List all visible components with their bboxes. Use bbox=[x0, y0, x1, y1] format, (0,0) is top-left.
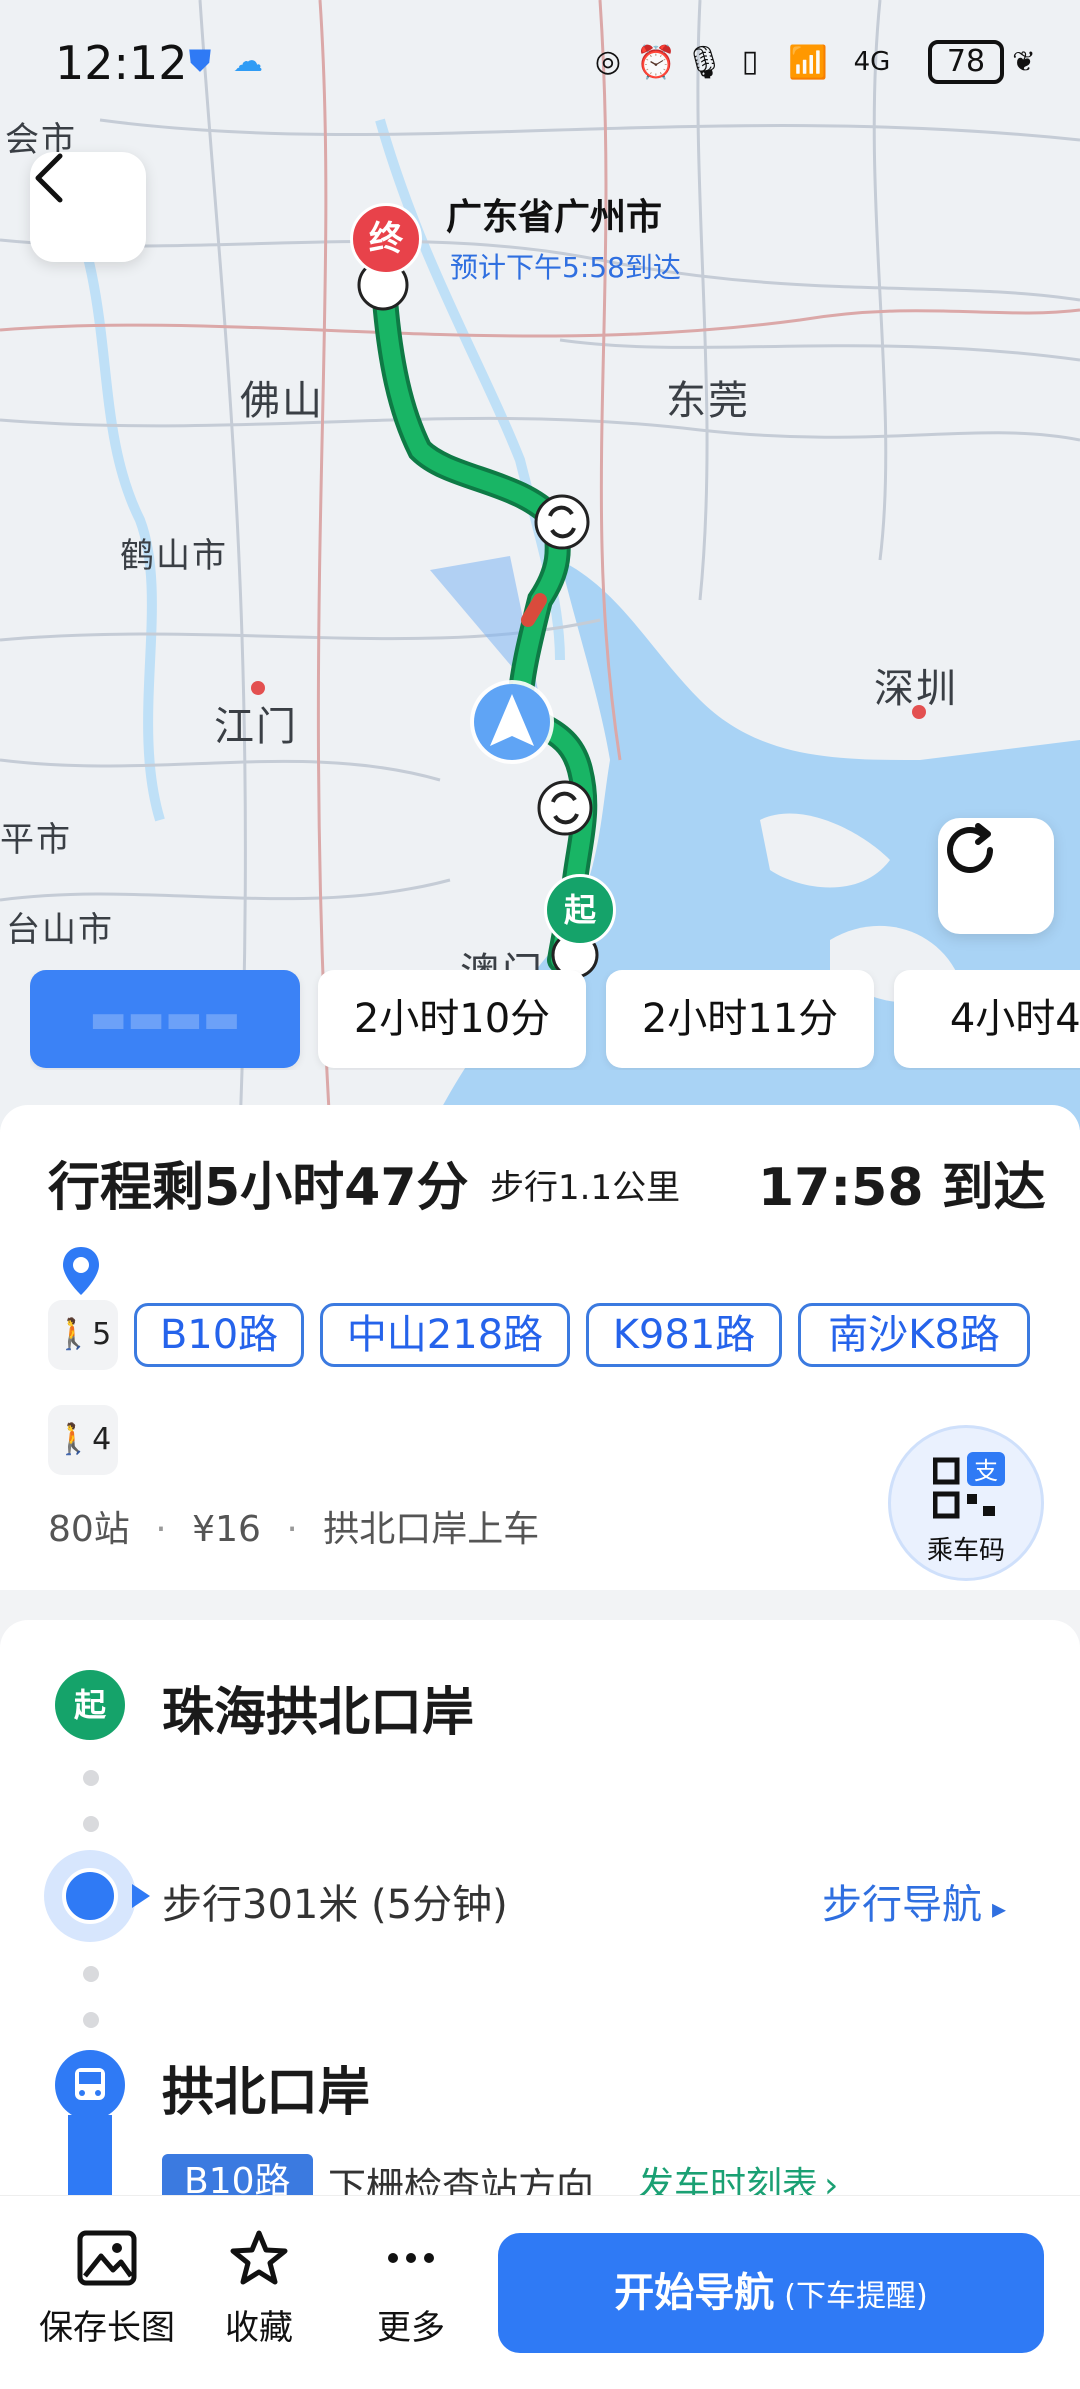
fare: ¥16 bbox=[192, 1509, 261, 1550]
status-time: 12:12 bbox=[55, 36, 188, 90]
save-long-image-label: 保存长图 bbox=[39, 2308, 175, 2348]
bus-line-chip[interactable]: B10路 bbox=[134, 1303, 304, 1367]
walk-step-marker bbox=[44, 1850, 150, 1942]
map-label: 台山市 bbox=[6, 910, 114, 950]
walk-transfer-badge: 🚶4 bbox=[48, 1405, 118, 1475]
more-label: 更多 bbox=[377, 2308, 445, 2348]
transfer-icon bbox=[537, 780, 593, 836]
leaf-icon: ❦ bbox=[1012, 45, 1036, 78]
route-dot bbox=[83, 1966, 99, 1982]
chevron-right-icon: ▸ bbox=[992, 1892, 1007, 1925]
walk-navigation-link[interactable]: 步行导航 ▸ bbox=[822, 1872, 1006, 1930]
arrival-time: 17:58 到达 bbox=[758, 1158, 1046, 1218]
transfer-icon bbox=[534, 494, 590, 550]
map-label: 佛山 bbox=[240, 378, 324, 424]
bus-segment-bar bbox=[68, 2115, 112, 2205]
more-button[interactable]: 更多 bbox=[326, 2230, 496, 2349]
ride-qr-code-button[interactable]: 支 乘车码 bbox=[888, 1425, 1044, 1581]
weather-icon: ☁ bbox=[233, 44, 263, 79]
destination-name: 广东省广州市 bbox=[446, 197, 663, 238]
start-marker[interactable]: 起 bbox=[544, 874, 616, 946]
play-arrow-icon bbox=[132, 1884, 150, 1908]
map-label: 深圳 bbox=[874, 666, 958, 712]
map-label: 江门 bbox=[214, 704, 298, 750]
route-dot bbox=[83, 1816, 99, 1832]
start-navigation-button[interactable]: 开始导航 (下车提醒) bbox=[498, 2233, 1044, 2353]
stop-count: 80站 bbox=[48, 1509, 130, 1550]
boarding-stop-name: 拱北口岸 bbox=[162, 2063, 371, 2123]
refresh-button[interactable] bbox=[938, 818, 1054, 934]
favorite-label: 收藏 bbox=[225, 2308, 293, 2348]
route-option[interactable]: 2小时10分 bbox=[318, 970, 586, 1068]
do-not-disturb-icon: ◎ bbox=[594, 44, 622, 79]
destination-eta: 预计下午5:58到达 bbox=[450, 251, 681, 284]
map-label: 东莞 bbox=[666, 378, 750, 424]
image-icon bbox=[77, 2230, 137, 2286]
svg-text:支: 支 bbox=[974, 1457, 998, 1485]
refresh-icon bbox=[947, 823, 993, 873]
location-pin-icon bbox=[63, 1247, 99, 1295]
bus-line-chip[interactable]: 南沙K8路 bbox=[798, 1303, 1030, 1367]
more-dots-icon bbox=[388, 2253, 434, 2263]
bottom-action-bar: 保存长图 收藏 更多 开始导航 (下车提醒) bbox=[0, 2195, 1080, 2389]
qr-code-icon: 支 bbox=[933, 1452, 1005, 1519]
walk-distance: 步行1.1公里 bbox=[490, 1168, 681, 1208]
start-badge: 起 bbox=[55, 1670, 125, 1740]
wifi-icon: 📶 bbox=[788, 43, 828, 81]
back-button[interactable] bbox=[30, 152, 146, 262]
map-label: 平市 bbox=[0, 820, 72, 860]
status-bar: 12:12 ⛊ ☁ ◎ ⏰ 🎙 ▯ 📶 4G 78 ❦ bbox=[0, 0, 1080, 120]
battery-indicator: 78 bbox=[928, 40, 1004, 84]
route-map[interactable]: 会市 佛山 东莞 鹤山市 江门 深圳 平市 台山市 澳门 终 广东省广州市 预计… bbox=[0, 0, 1080, 1130]
route-option-selected[interactable]: ▬▬▬▬ bbox=[30, 970, 300, 1068]
route-option[interactable]: 4小时45 bbox=[894, 970, 1080, 1068]
microphone-icon: 🎙 bbox=[684, 43, 725, 81]
walk-icon: 🚶 bbox=[54, 1422, 93, 1457]
shield-icon: ⛊ bbox=[188, 44, 212, 79]
qr-code-label: 乘车码 bbox=[926, 1536, 1005, 1566]
bus-icon bbox=[55, 2050, 125, 2120]
route-dot bbox=[83, 2012, 99, 2028]
star-icon bbox=[230, 2230, 288, 2285]
city-dot bbox=[251, 681, 265, 695]
start-station-name: 珠海拱北口岸 bbox=[162, 1683, 475, 1743]
save-long-image-button[interactable]: 保存长图 bbox=[22, 2230, 192, 2349]
current-location-icon bbox=[470, 680, 554, 764]
walk-transfer-badge: 🚶5 bbox=[48, 1300, 118, 1370]
route-options: ▬▬▬▬ 2小时10分 2小时11分 4小时45 bbox=[30, 970, 1080, 1070]
river bbox=[55, 177, 165, 822]
vibrate-icon: ▯ bbox=[741, 44, 759, 79]
route-stats: 80站 · ¥16 · 拱北口岸上车 bbox=[48, 1509, 540, 1550]
bus-line-chip[interactable]: 中山218路 bbox=[320, 1303, 570, 1367]
boarding-point: 拱北口岸上车 bbox=[323, 1509, 540, 1550]
route-option[interactable]: 2小时11分 bbox=[606, 970, 874, 1068]
route-detail-card: 起 珠海拱北口岸 步行301米 (5分钟) 步行导航 ▸ 拱北口岸 B10路 下栅… bbox=[0, 1620, 1080, 2210]
route-dot bbox=[83, 1770, 99, 1786]
end-marker[interactable]: 终 bbox=[350, 203, 422, 275]
walk-segment: 步行301米 (5分钟) bbox=[162, 1882, 508, 1928]
alarm-icon: ⏰ bbox=[636, 43, 676, 81]
signal-icon: 4G bbox=[853, 47, 891, 77]
favorite-button[interactable]: 收藏 bbox=[174, 2230, 344, 2349]
chevron-left-icon bbox=[35, 153, 63, 203]
remaining-time: 行程剩5小时47分 bbox=[48, 1158, 469, 1218]
bus-line-chip[interactable]: K981路 bbox=[586, 1303, 782, 1367]
walk-icon: 🚶 bbox=[54, 1317, 93, 1352]
map-label: 鹤山市 bbox=[120, 536, 228, 576]
